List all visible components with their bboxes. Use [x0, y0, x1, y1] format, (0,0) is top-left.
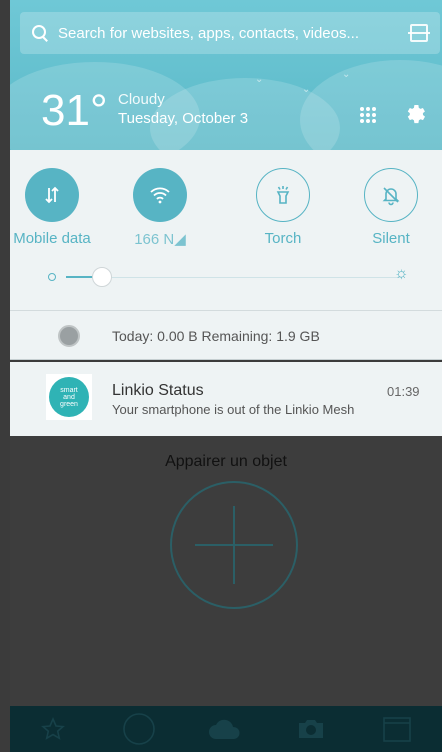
torch-toggle[interactable]	[256, 168, 310, 222]
bird-decoration: ⌄	[342, 69, 351, 80]
wifi-toggle[interactable]	[133, 168, 187, 222]
bird-decoration: ⌄	[302, 84, 311, 95]
screen: ⌄ ⌄ ⌄ Search for websites, apps, contact…	[0, 0, 442, 752]
bird-decoration: ⌄	[255, 74, 264, 85]
wifi-icon	[150, 187, 170, 204]
data-usage-icon	[58, 325, 80, 347]
tile-wifi[interactable]: 166 N◢	[120, 168, 200, 248]
weather-header: ⌄ ⌄ ⌄ Search for websites, apps, contact…	[10, 0, 442, 150]
search-icon	[32, 25, 48, 41]
brightness-low-icon	[48, 273, 56, 281]
tile-label-mobile-data: Mobile data	[13, 230, 91, 247]
bottom-nav	[10, 706, 442, 752]
brightness-slider-thumb[interactable]	[92, 267, 112, 287]
notification-time: 01:39	[387, 384, 420, 399]
weather-condition: Cloudy	[118, 91, 165, 108]
gear-icon[interactable]	[404, 103, 428, 127]
torch-icon	[276, 186, 290, 204]
scan-icon[interactable]	[408, 24, 430, 42]
tile-label-silent: Silent	[372, 230, 410, 247]
nav-camera[interactable]	[268, 706, 354, 752]
nav-home[interactable]	[96, 706, 182, 752]
calendar-icon	[383, 717, 411, 742]
brightness-track[interactable]	[66, 277, 402, 278]
circle-icon	[123, 713, 155, 745]
brightness-high-icon: ☼	[394, 265, 409, 282]
mobile-data-icon	[45, 186, 59, 204]
notification-card[interactable]: smart and green Linkio Status Your smartph…	[10, 362, 442, 436]
notification-title: Linkio Status	[112, 382, 204, 399]
temperature: 31°	[41, 86, 108, 135]
silent-toggle[interactable]	[364, 168, 418, 222]
date: Tuesday, October 3	[118, 110, 249, 127]
tile-label-torch: Torch	[264, 230, 302, 247]
camera-icon	[299, 720, 323, 738]
nav-calendar[interactable]	[354, 706, 440, 752]
nav-cloud[interactable]	[182, 706, 268, 752]
divider	[10, 310, 442, 311]
apps-grid-icon[interactable]	[360, 107, 376, 123]
tile-silent[interactable]: Silent	[351, 168, 431, 247]
data-usage-text: Today: 0.00 B Remaining: 1.9 GB	[112, 328, 320, 344]
tile-torch[interactable]: Torch	[243, 168, 323, 247]
cloud-icon	[209, 719, 240, 739]
smart-and-green-logo: smart and green	[49, 377, 89, 417]
star-icon	[41, 716, 65, 740]
tile-label-wifi: 166 N◢	[134, 231, 186, 248]
search-placeholder: Search for websites, apps, contacts, vid…	[58, 24, 359, 42]
mobile-data-toggle[interactable]	[25, 168, 79, 222]
app-icon: smart and green	[46, 374, 92, 420]
app-title: Appairer un objet	[165, 453, 287, 470]
divider	[10, 359, 442, 360]
quick-settings-panel: Mobile data 166 N◢ Torch Silent ☼ Today:…	[10, 150, 442, 360]
silent-bell-icon	[382, 187, 400, 206]
plus-icon	[233, 506, 235, 584]
background-app: Appairer un objet	[10, 436, 442, 706]
nav-favorites[interactable]	[10, 706, 96, 752]
tile-mobile-data[interactable]: Mobile data	[12, 168, 92, 247]
search-bar[interactable]: Search for websites, apps, contacts, vid…	[20, 12, 440, 54]
notification-message: Your smartphone is out of the Linkio Mes…	[112, 402, 355, 417]
